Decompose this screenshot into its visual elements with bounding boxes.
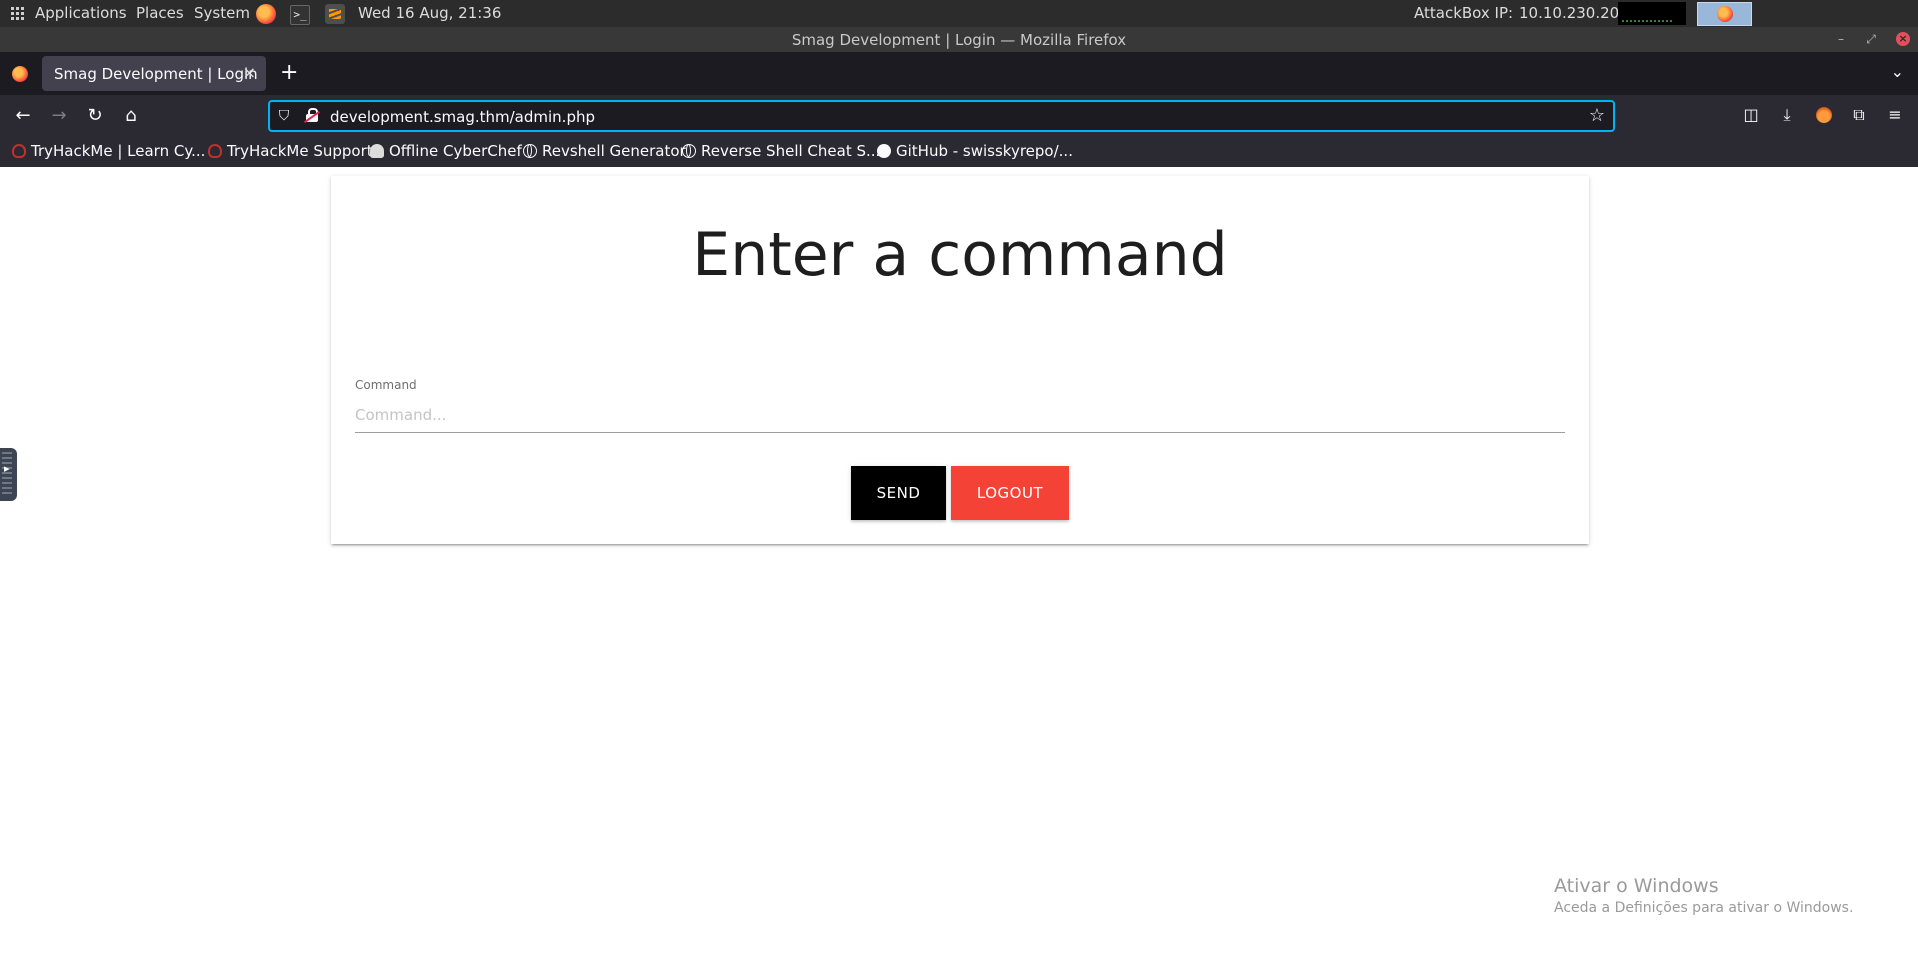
watermark-title: Ativar o Windows [1554, 875, 1719, 897]
tab-label: Smag Development | Login [54, 65, 258, 83]
hamburger-menu-icon[interactable]: ≡ [1884, 104, 1906, 126]
page-title: Enter a command [692, 220, 1228, 290]
bookmark-label: Offline CyberChef [389, 142, 522, 160]
back-arrow-icon[interactable]: ← [12, 105, 34, 127]
bookmark-label: TryHackMe Support [227, 142, 373, 160]
downloads-icon[interactable]: ⤓ [1776, 104, 1798, 126]
tryhackme-icon [208, 144, 222, 158]
chef-hat-icon [370, 144, 384, 158]
firefox-launcher-icon[interactable] [256, 4, 276, 24]
system-top-panel: Applications Places System >_ Wed 16 Aug… [0, 0, 1918, 27]
tab-close-icon[interactable]: × [243, 63, 256, 82]
new-tab-button[interactable]: + [280, 60, 298, 85]
url-input[interactable] [330, 106, 1530, 128]
bookmark-tryhackme-learn[interactable]: TryHackMe | Learn Cy... [12, 142, 205, 160]
address-bar[interactable]: ⛉ ☆ [268, 100, 1615, 132]
taskbar-firefox-button[interactable] [1697, 2, 1752, 26]
github-icon [877, 144, 891, 158]
window-title: Smag Development | Login — Mozilla Firef… [791, 31, 1127, 49]
logout-button[interactable]: LOGOUT [951, 466, 1069, 520]
minimize-window-icon[interactable]: – [1834, 32, 1848, 46]
page-content: Enter a command Command SEND LOGOUT Ativ… [0, 167, 1918, 968]
places-menu[interactable]: Places [136, 4, 184, 22]
bookmark-label: GitHub - swisskyrepo/... [896, 142, 1073, 160]
bookmark-label: Reverse Shell Cheat S... [701, 142, 881, 160]
bookmark-offline-cyberchef[interactable]: Offline CyberChef [370, 142, 522, 160]
bookmark-github-swisskyrepo[interactable]: GitHub - swisskyrepo/... [877, 142, 1073, 160]
applications-menu[interactable]: Applications [35, 4, 127, 22]
sublime-text-launcher-icon[interactable] [325, 4, 345, 24]
firefox-icon [1717, 6, 1733, 22]
command-field-label: Command [355, 378, 417, 392]
attackbox-ip-value: 10.10.230.202 [1519, 4, 1629, 22]
foxyproxy-extension-icon[interactable] [1816, 107, 1832, 123]
insecure-lock-icon[interactable] [304, 108, 320, 123]
tracking-protection-shield-icon[interactable]: ⛉ [276, 108, 292, 124]
firefox-view-icon[interactable] [12, 66, 28, 82]
forward-arrow-icon[interactable]: → [48, 105, 70, 127]
system-monitor-graph [1618, 2, 1686, 25]
navigation-toolbar: ← → ↻ ⌂ ⛉ ☆ ◫ ⤓ ⧉ ≡ [0, 95, 1918, 137]
watermark-subtitle: Aceda a Definições para ativar o Windows… [1554, 900, 1854, 916]
terminal-launcher-icon[interactable]: >_ [290, 5, 310, 25]
windows-activation-watermark: Ativar o Windows Aceda a Definições para… [1554, 875, 1853, 916]
command-input[interactable] [355, 398, 1565, 433]
reload-icon[interactable]: ↻ [84, 105, 106, 127]
system-menu[interactable]: System [194, 4, 250, 22]
bookmarks-toolbar: TryHackMe | Learn Cy... TryHackMe Suppor… [0, 137, 1918, 167]
tab-smag-development-login[interactable]: Smag Development | Login × [42, 56, 266, 91]
extensions-puzzle-icon[interactable]: ⧉ [1848, 104, 1870, 126]
sidebar-toggle-handle[interactable] [0, 448, 17, 501]
close-window-icon[interactable]: × [1896, 32, 1910, 46]
send-button[interactable]: SEND [851, 466, 946, 520]
home-icon[interactable]: ⌂ [120, 105, 142, 127]
pocket-icon[interactable]: ◫ [1740, 104, 1762, 126]
globe-icon [523, 144, 537, 158]
bookmark-label: TryHackMe | Learn Cy... [31, 142, 206, 160]
datetime-clock[interactable]: Wed 16 Aug, 21:36 [358, 4, 501, 22]
tab-strip: Smag Development | Login × + ⌄ [0, 52, 1918, 95]
bookmark-tryhackme-support[interactable]: TryHackMe Support [208, 142, 373, 160]
maximize-window-icon[interactable]: ⤢ [1864, 32, 1878, 46]
bookmark-revshell-generator[interactable]: Revshell Generator [523, 142, 686, 160]
list-all-tabs-chevron-icon[interactable]: ⌄ [1891, 62, 1904, 81]
attackbox-ip-label: AttackBox IP: [1414, 4, 1514, 22]
tryhackme-icon [12, 144, 26, 158]
command-card: Enter a command Command SEND LOGOUT [331, 176, 1589, 544]
applications-grid-icon[interactable] [11, 7, 24, 20]
bookmark-reverse-shell-cheat-sheet[interactable]: Reverse Shell Cheat S... [682, 142, 880, 160]
globe-icon [682, 144, 696, 158]
bookmark-star-icon[interactable]: ☆ [1589, 105, 1605, 126]
window-titlebar: Smag Development | Login — Mozilla Firef… [0, 27, 1918, 52]
bookmark-label: Revshell Generator [542, 142, 686, 160]
